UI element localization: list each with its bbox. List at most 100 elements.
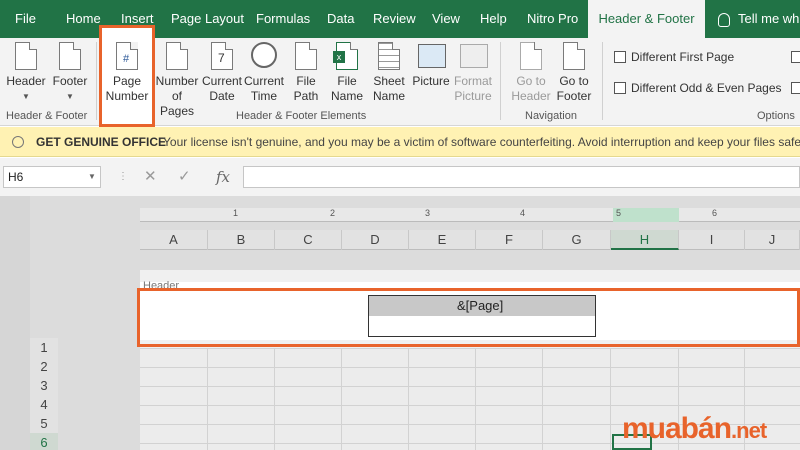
ruler-mark: 1 xyxy=(233,208,239,218)
align-margins-checkbox[interactable] xyxy=(791,82,800,94)
tab-file[interactable]: File xyxy=(15,0,36,38)
column-header-d[interactable]: D xyxy=(342,230,409,250)
file-path-label-1: File xyxy=(296,74,316,88)
tab-data[interactable]: Data xyxy=(327,0,354,38)
chevron-down-icon: ▼ xyxy=(22,92,30,101)
group-separator xyxy=(602,42,603,120)
footer-doc-icon xyxy=(57,42,83,72)
grid-line xyxy=(408,348,409,450)
watermark-suffix: .net xyxy=(731,418,767,443)
tell-me-label: Tell me wh xyxy=(738,11,800,26)
file-name-button[interactable]: x File Name xyxy=(328,38,366,104)
warning-title: GET GENUINE OFFICE xyxy=(36,135,167,149)
row-header-3[interactable]: 3 xyxy=(30,376,58,395)
format-picture-button[interactable]: Format Picture xyxy=(452,38,494,104)
ruler-mark: 4 xyxy=(520,208,526,218)
different-first-page-label: Different First Page xyxy=(631,50,735,64)
column-header-b[interactable]: B xyxy=(208,230,275,250)
header-button[interactable]: Header ▼ xyxy=(4,38,48,104)
horizontal-ruler: 1 2 3 4 5 6 xyxy=(140,208,800,222)
row-header-1[interactable]: 1 xyxy=(30,338,58,357)
column-header-c[interactable]: C xyxy=(275,230,342,250)
sheet-name-button[interactable]: Sheet Name xyxy=(370,38,408,104)
formula-input[interactable] xyxy=(243,166,800,188)
ruler-mark: 6 xyxy=(712,208,718,218)
different-first-page-checkbox[interactable] xyxy=(614,51,626,63)
row-header-2[interactable]: 2 xyxy=(30,357,58,376)
sheet-name-label-2: Name xyxy=(372,89,405,103)
go-to-footer-icon xyxy=(561,42,587,72)
tab-help[interactable]: Help xyxy=(480,0,507,38)
header-button-label: Header xyxy=(6,74,46,88)
group-separator xyxy=(96,42,97,120)
cancel-icon[interactable]: ✕ xyxy=(144,166,157,188)
column-header-g[interactable]: G xyxy=(543,230,611,250)
grid-line xyxy=(341,348,342,450)
go-to-footer-label-1: Go to xyxy=(559,74,589,88)
row-header-5[interactable]: 5 xyxy=(30,414,58,433)
grid-line xyxy=(140,348,800,349)
ruler-mark: 5 xyxy=(616,208,622,218)
picture-icon xyxy=(418,42,446,72)
enter-icon[interactable]: ✓ xyxy=(178,166,191,188)
current-time-label-2: Time xyxy=(250,89,278,103)
tab-home[interactable]: Home xyxy=(66,0,101,38)
more-options-icon[interactable]: ⋮ xyxy=(118,166,128,188)
column-header-a[interactable]: A xyxy=(140,230,208,250)
current-date-label-1: Current xyxy=(201,74,242,88)
file-path-label-2: Path xyxy=(293,89,319,103)
format-picture-label-2: Picture xyxy=(454,89,492,103)
group-label-header-footer: Header & Footer xyxy=(6,110,88,122)
ruler-mark: 2 xyxy=(330,208,336,218)
ruler-mark: 3 xyxy=(425,208,431,218)
license-warning-bar: GET GENUINE OFFICE Your license isn't ge… xyxy=(0,127,800,157)
format-picture-icon xyxy=(460,42,488,72)
column-header-f[interactable]: F xyxy=(476,230,543,250)
current-time-label-1: Current xyxy=(243,74,284,88)
tab-header-footer[interactable]: Header & Footer xyxy=(588,0,705,38)
footer-button[interactable]: Footer ▼ xyxy=(48,38,92,104)
number-of-pages-button[interactable]: Number of Pages xyxy=(154,38,200,119)
name-box[interactable]: H6 xyxy=(3,166,101,188)
file-path-button[interactable]: File Path xyxy=(288,38,324,104)
column-header-i[interactable]: I xyxy=(679,230,745,250)
number-of-pages-label-1: Number xyxy=(155,74,199,88)
file-name-label-1: File xyxy=(337,74,357,88)
calendar-icon: 7 xyxy=(209,42,235,72)
group-separator xyxy=(500,42,501,120)
tab-review[interactable]: Review xyxy=(373,0,416,38)
clock-icon xyxy=(251,42,277,72)
tab-formulas[interactable]: Formulas xyxy=(256,0,310,38)
different-odd-even-checkbox[interactable] xyxy=(614,82,626,94)
tab-nitro-pro[interactable]: Nitro Pro xyxy=(527,0,578,38)
column-header-e[interactable]: E xyxy=(409,230,476,250)
watermark-main: muabán xyxy=(622,412,732,445)
picture-button[interactable]: Picture xyxy=(410,38,452,89)
insert-function-icon[interactable]: fx xyxy=(216,166,230,188)
sheet-name-label-1: Sheet xyxy=(373,74,405,88)
column-header-h[interactable]: H xyxy=(611,230,679,250)
row-header-6[interactable]: 6 xyxy=(30,433,58,450)
tab-view[interactable]: View xyxy=(432,0,460,38)
grid-line xyxy=(475,348,476,450)
chevron-down-icon[interactable]: ▼ xyxy=(88,166,96,188)
picture-label: Picture xyxy=(412,74,450,88)
tab-page-layout[interactable]: Page Layout xyxy=(171,0,244,38)
go-to-footer-button[interactable]: Go to Footer xyxy=(552,38,596,104)
grid-line xyxy=(140,367,800,368)
grid-line xyxy=(207,348,208,450)
format-picture-label-1: Format xyxy=(453,74,492,88)
warning-message: Your license isn't genuine, and you may … xyxy=(163,135,800,149)
go-to-header-button[interactable]: Go to Header xyxy=(508,38,554,104)
column-header-j[interactable]: J xyxy=(745,230,800,250)
go-to-header-icon xyxy=(518,42,544,72)
tell-me-box[interactable]: Tell me wh xyxy=(718,0,799,38)
column-headers: A B C D E F G H I J xyxy=(140,230,800,250)
current-time-button[interactable]: Current Time xyxy=(243,38,285,104)
row-header-4[interactable]: 4 xyxy=(30,395,58,414)
go-to-header-label-1: Go to xyxy=(516,74,546,88)
current-date-button[interactable]: 7 Current Date xyxy=(201,38,243,104)
group-label-options: Options xyxy=(757,110,795,122)
shield-icon xyxy=(12,136,24,148)
scale-with-document-checkbox[interactable] xyxy=(791,51,800,63)
